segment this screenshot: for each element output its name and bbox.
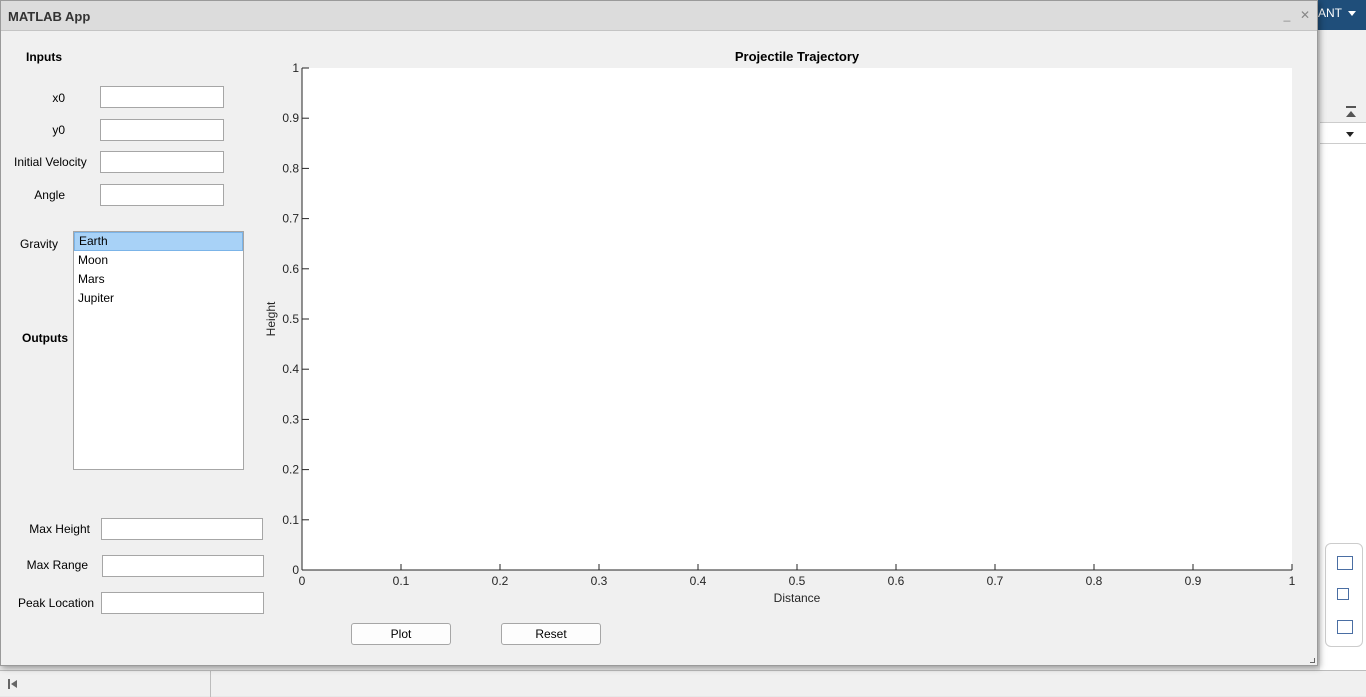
chevron-down-icon (1348, 10, 1356, 16)
y-tick-label: 0.9 (282, 111, 299, 125)
x-tick-label: 0.9 (1185, 574, 1202, 588)
desktop-menu[interactable]: ANT (1318, 6, 1356, 20)
status-bar (0, 670, 1366, 697)
x-tick-label: 0.6 (888, 574, 905, 588)
x-axis-label: Distance (774, 591, 821, 605)
address-dropdown[interactable] (1320, 122, 1366, 144)
collapse-toolstrip-icon[interactable] (1344, 106, 1358, 120)
x-tick-label: 0 (299, 574, 306, 588)
plot-button[interactable]: Plot (351, 623, 451, 645)
y-tick-label: 0 (292, 563, 299, 577)
resize-grip-icon[interactable] (1310, 658, 1315, 663)
plot-area (302, 68, 1292, 570)
y-tick-label: 0.4 (282, 362, 299, 376)
x-tick-label: 0.3 (591, 574, 608, 588)
reset-button[interactable]: Reset (501, 623, 601, 645)
print-figure-icon[interactable] (1337, 556, 1353, 570)
y-tick-label: 0.2 (282, 463, 299, 477)
chevron-down-icon (1346, 132, 1354, 137)
y-tick-label: 0.6 (282, 262, 299, 276)
x-tick-label: 0.7 (987, 574, 1004, 588)
x-tick-label: 1 (1289, 574, 1296, 588)
trajectory-axes[interactable]: Projectile Trajectory 0 0.1 0.2 0.3 0.4 0.5 0.… (1, 1, 1319, 621)
x-tick-label: 0.2 (492, 574, 509, 588)
status-indicator-icon (8, 679, 18, 689)
layout-icon[interactable] (1337, 620, 1353, 634)
x-tick-label: 0.1 (393, 574, 410, 588)
app-window: MATLAB App _ ✕ Inputs x0 y0 Initial Velo… (0, 0, 1318, 666)
y-tick-label: 0.3 (282, 412, 299, 426)
status-divider (210, 671, 211, 697)
y-axis-label: Height (264, 301, 278, 336)
undock-icon[interactable] (1337, 588, 1349, 600)
x-tick-label: 0.5 (789, 574, 806, 588)
y-tick-label: 0.5 (282, 312, 299, 326)
chart-title: Projectile Trajectory (735, 49, 860, 64)
desktop-menu-label: ANT (1318, 6, 1342, 20)
y-tick-label: 0.1 (282, 513, 299, 527)
x-tick-label: 0.4 (690, 574, 707, 588)
y-tick-label: 0.8 (282, 161, 299, 175)
figure-dock-toolbar (1325, 543, 1363, 647)
y-tick-label: 0.7 (282, 212, 299, 226)
y-tick-label: 1 (292, 61, 299, 75)
x-tick-label: 0.8 (1086, 574, 1103, 588)
